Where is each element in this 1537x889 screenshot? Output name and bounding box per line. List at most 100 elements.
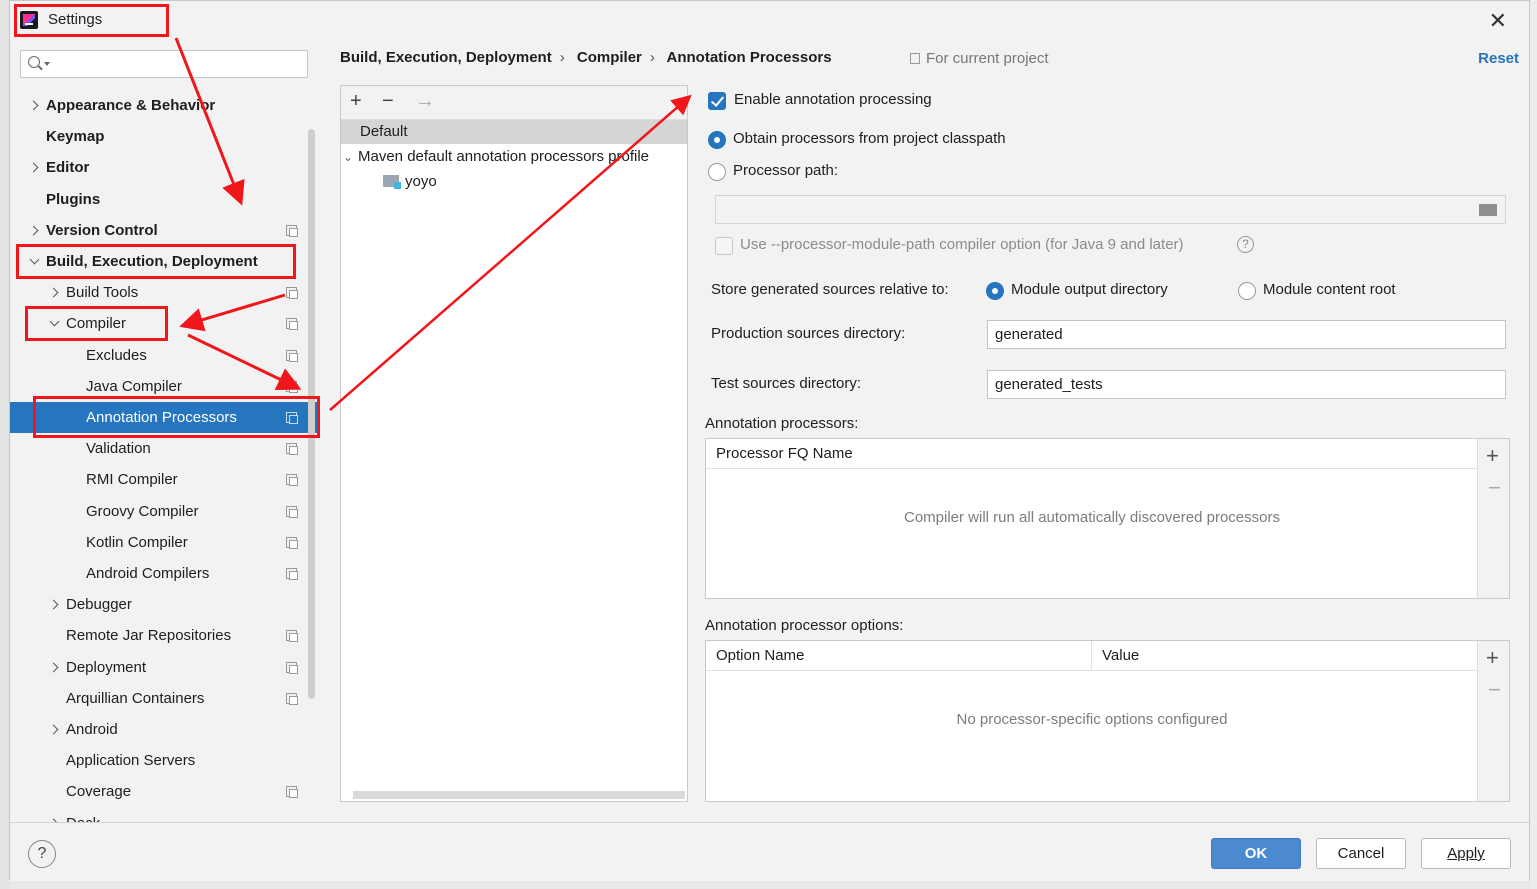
annotation-processors-title: Annotation processors: xyxy=(705,415,859,432)
profile-item[interactable]: Default xyxy=(341,120,687,144)
sidebar-item-appearance-behavior[interactable]: Appearance & Behavior xyxy=(10,90,318,121)
project-scope-icon xyxy=(286,412,298,424)
production-sources-input[interactable]: generated xyxy=(987,320,1506,349)
chevron-right-icon: › xyxy=(559,49,565,66)
add-option-button[interactable]: + xyxy=(1486,645,1499,671)
sidebar-item-label: Excludes xyxy=(86,346,147,364)
sidebar-item-java-compiler[interactable]: Java Compiler xyxy=(10,371,318,402)
sidebar-item-label: Application Servers xyxy=(66,752,196,770)
module-path-checkbox[interactable] xyxy=(715,237,733,255)
move-module-button[interactable]: → xyxy=(415,90,435,113)
for-current-project: For current project xyxy=(910,50,1049,67)
breadcrumb-item[interactable]: Build, Execution, Deployment xyxy=(340,49,552,66)
chevron-right-icon[interactable] xyxy=(49,599,59,609)
annotation-processors-table: Processor FQ Name Compiler will run all … xyxy=(705,438,1510,599)
processor-options-table: Option Name Value No processor-specific … xyxy=(705,640,1510,802)
chevron-right-icon[interactable] xyxy=(49,662,59,672)
profile-label: Default xyxy=(360,123,408,140)
sidebar-item-kotlin-compiler[interactable]: Kotlin Compiler xyxy=(10,527,318,558)
processor-path-radio[interactable] xyxy=(708,163,726,181)
project-scope-icon xyxy=(286,630,298,643)
store-generated-label: Store generated sources relative to: xyxy=(711,281,949,298)
folder-browse-icon[interactable] xyxy=(1479,204,1497,216)
sidebar-item-label: Build Tools xyxy=(66,284,139,302)
close-icon[interactable]: ✕ xyxy=(1489,8,1507,34)
sidebar-item-groovy-compiler[interactable]: Groovy Compiler xyxy=(10,496,318,527)
sidebar-item-keymap[interactable]: Keymap xyxy=(10,121,318,152)
project-scope-icon xyxy=(910,53,920,64)
sidebar-item-excludes[interactable]: Excludes xyxy=(10,340,318,371)
obtain-classpath-label: Obtain processors from project classpath xyxy=(733,130,1006,147)
chevron-down-icon[interactable] xyxy=(49,318,59,328)
profiles-scrollbar[interactable] xyxy=(353,791,685,799)
module-content-root-radio[interactable] xyxy=(1238,282,1256,300)
sidebar-item-debugger[interactable]: Debugger xyxy=(10,589,318,620)
chevron-right-icon[interactable] xyxy=(29,100,39,110)
remove-profile-button[interactable]: − xyxy=(382,90,394,113)
sidebar-item-plugins[interactable]: Plugins xyxy=(10,184,318,215)
option-name-header[interactable]: Option Name xyxy=(706,641,1092,671)
dialog-footer: ? OK Cancel Apply xyxy=(10,822,1529,881)
project-scope-icon xyxy=(286,474,298,487)
profile-item[interactable]: ⌄ Maven default annotation processors pro… xyxy=(341,145,687,169)
module-output-radio[interactable] xyxy=(986,282,1004,300)
sidebar-item-rmi-compiler[interactable]: RMI Compiler xyxy=(10,464,318,495)
sidebar-item-android-compilers[interactable]: Android Compilers xyxy=(10,558,318,589)
sidebar-item-arquillian-containers[interactable]: Arquillian Containers xyxy=(10,683,318,714)
sidebar-item-editor[interactable]: Editor xyxy=(10,152,318,183)
ok-button[interactable]: OK xyxy=(1211,838,1301,869)
chevron-down-icon[interactable] xyxy=(29,256,39,266)
settings-content: Build, Execution, Deployment › Compiler › … xyxy=(318,39,1531,822)
remove-option-button[interactable]: − xyxy=(1488,677,1501,703)
sidebar-item-version-control[interactable]: Version Control xyxy=(10,215,318,246)
settings-sidebar: Appearance & Behavior Keymap Editor Plugins… xyxy=(10,39,318,822)
enable-annotation-checkbox[interactable] xyxy=(708,92,726,110)
add-processor-button[interactable]: + xyxy=(1486,443,1499,469)
module-item[interactable]: yoyo xyxy=(341,170,687,194)
help-button[interactable]: ? xyxy=(28,840,56,868)
sidebar-item-label: Version Control xyxy=(46,221,158,239)
sidebar-item-deployment[interactable]: Deployment xyxy=(10,652,318,683)
sidebar-item-annotation-processors[interactable]: Annotation Processors xyxy=(10,402,318,433)
test-sources-label: Test sources directory: xyxy=(711,375,862,392)
processor-fq-name-header[interactable]: Processor FQ Name xyxy=(706,439,1478,469)
sidebar-item-compiler[interactable]: Compiler xyxy=(10,308,318,339)
add-profile-button[interactable]: + xyxy=(350,90,362,113)
chevron-right-icon[interactable] xyxy=(49,287,59,297)
test-sources-input[interactable]: generated_tests xyxy=(987,370,1506,399)
reset-link[interactable]: Reset xyxy=(1478,50,1519,67)
sidebar-item-remote-jar-repositories[interactable]: Remote Jar Repositories xyxy=(10,620,318,651)
sidebar-item-label: Validation xyxy=(86,440,151,458)
value-header[interactable]: Value xyxy=(1092,641,1478,671)
obtain-classpath-radio[interactable] xyxy=(708,131,726,149)
search-icon xyxy=(28,56,40,68)
settings-search-input[interactable] xyxy=(20,50,308,78)
sidebar-scrollbar[interactable] xyxy=(308,129,315,699)
sidebar-item-dock[interactable]: Dock xyxy=(10,808,318,822)
help-icon[interactable]: ? xyxy=(1237,236,1254,253)
sidebar-item-label: Annotation Processors xyxy=(86,409,237,426)
chevron-right-icon[interactable] xyxy=(29,225,39,235)
breadcrumb-item[interactable]: Compiler xyxy=(577,49,642,66)
sidebar-item-label: Java Compiler xyxy=(86,377,182,395)
for-current-project-label: For current project xyxy=(926,50,1049,67)
chevron-down-icon xyxy=(44,62,50,66)
sidebar-item-build-tools[interactable]: Build Tools xyxy=(10,277,318,308)
sidebar-item-application-servers[interactable]: Application Servers xyxy=(10,745,318,776)
breadcrumb-item: Annotation Processors xyxy=(666,49,832,66)
sidebar-item-label: Android xyxy=(66,721,118,738)
chevron-right-icon[interactable] xyxy=(29,162,39,172)
project-scope-icon xyxy=(286,505,298,518)
enable-annotation-label: Enable annotation processing xyxy=(734,91,932,108)
sidebar-item-build-execution-deployment[interactable]: Build, Execution, Deployment xyxy=(10,246,318,277)
production-sources-label: Production sources directory: xyxy=(711,325,906,342)
sidebar-item-coverage[interactable]: Coverage xyxy=(10,776,318,807)
sidebar-item-validation[interactable]: Validation xyxy=(10,433,318,464)
processor-path-field[interactable] xyxy=(715,195,1506,224)
cancel-button[interactable]: Cancel xyxy=(1316,838,1406,869)
apply-button[interactable]: Apply xyxy=(1421,838,1511,869)
remove-processor-button[interactable]: − xyxy=(1488,475,1501,501)
sidebar-item-android[interactable]: Android xyxy=(10,714,318,745)
settings-dialog: Settings ✕ Appearance & Behavior Keymap Ed… xyxy=(9,0,1531,881)
chevron-right-icon[interactable] xyxy=(49,724,59,734)
